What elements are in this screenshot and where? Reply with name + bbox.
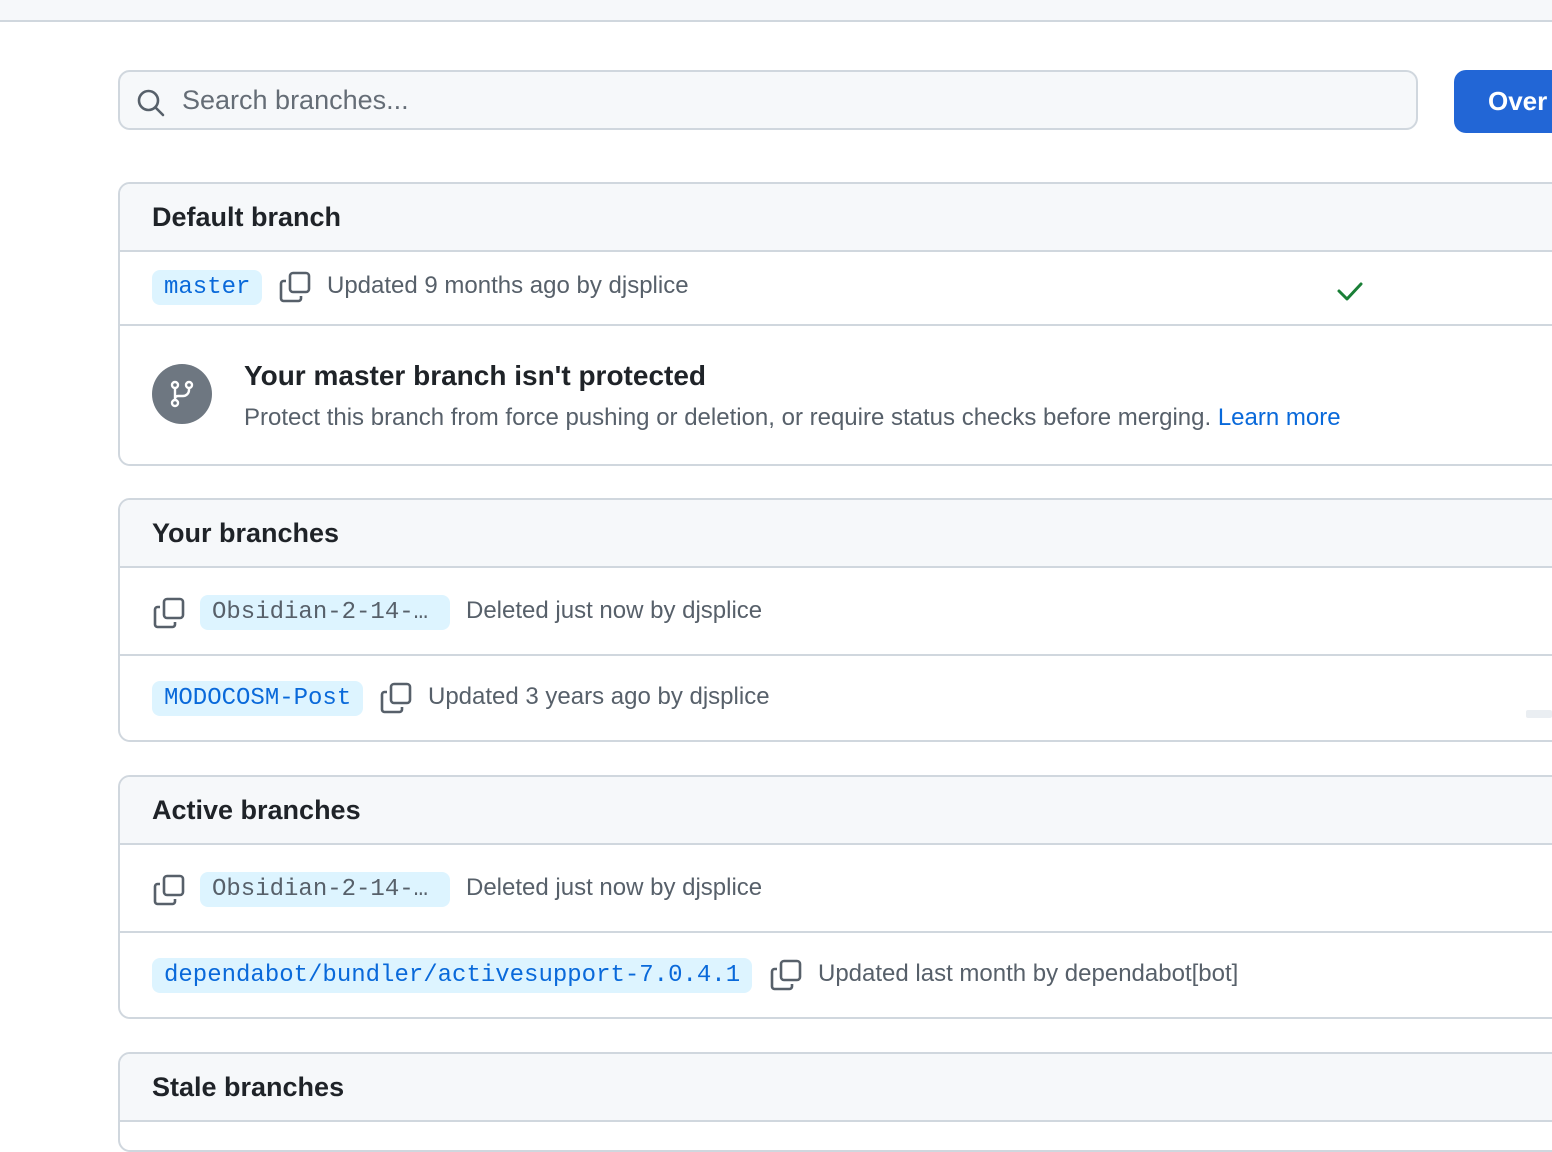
- search-icon: [137, 89, 165, 117]
- scroll-indicator: [1526, 710, 1552, 718]
- copy-icon[interactable]: [152, 873, 186, 907]
- branch-name-deleted: Obsidian-2-14-…: [200, 872, 450, 907]
- search-input[interactable]: [182, 80, 1382, 120]
- branch-meta: Updated 9 months ago by djsplice: [327, 272, 689, 299]
- branch-name-link[interactable]: master: [152, 270, 263, 305]
- branch-row[interactable]: master Updated 9 months ago by djsplice: [120, 252, 1552, 326]
- section-title: Your branches: [152, 518, 340, 548]
- branch-name-link[interactable]: dependabot/bundler/activesupport-7.0.4.1: [152, 958, 753, 993]
- branch-meta: Updated 3 years ago by djsplice: [428, 683, 770, 710]
- section-header: Default branch: [120, 184, 1552, 252]
- branch-search[interactable]: [118, 70, 1418, 130]
- branch-row[interactable]: MODOCOSM-Post Updated 3 years ago by djs…: [120, 656, 1552, 740]
- top-bar: [0, 0, 1552, 22]
- section-header: Active branches: [120, 777, 1552, 845]
- stale-branches-section: Stale branches: [118, 1052, 1552, 1152]
- protection-notice: Your master branch isn't protected Prote…: [120, 326, 1552, 464]
- branch-row[interactable]: dependabot/bundler/activesupport-7.0.4.1…: [120, 933, 1552, 1017]
- protection-description-text: Protect this branch from force pushing o…: [244, 404, 1212, 431]
- branch-meta: Updated last month by dependabot[bot]: [818, 960, 1239, 987]
- your-branches-section: Your branches Obsidian-2-14-… Deleted ju…: [118, 498, 1552, 742]
- branch-meta: Deleted just now by djsplice: [466, 597, 763, 624]
- section-header: Stale branches: [120, 1054, 1552, 1122]
- copy-icon[interactable]: [278, 270, 312, 304]
- check-icon[interactable]: [1335, 276, 1365, 306]
- section-title: Default branch: [152, 202, 342, 232]
- git-branch-icon: [152, 364, 212, 424]
- protection-description: Protect this branch from force pushing o…: [244, 404, 1341, 432]
- copy-icon[interactable]: [152, 596, 186, 630]
- default-branch-section: Default branch master Updated 9 months a…: [118, 182, 1552, 466]
- copy-icon[interactable]: [769, 958, 803, 992]
- section-title: Active branches: [152, 795, 361, 825]
- branch-name-deleted: Obsidian-2-14-…: [200, 595, 450, 630]
- section-title: Stale branches: [152, 1072, 345, 1102]
- learn-more-link[interactable]: Learn more: [1218, 404, 1341, 431]
- active-branches-section: Active branches Obsidian-2-14-… Deleted …: [118, 775, 1552, 1019]
- new-branch-button[interactable]: Over: [1454, 70, 1552, 133]
- section-header: Your branches: [120, 500, 1552, 568]
- branch-row[interactable]: Obsidian-2-14-… Deleted just now by djsp…: [120, 568, 1552, 656]
- protection-title: Your master branch isn't protected: [244, 360, 707, 391]
- copy-icon[interactable]: [379, 681, 413, 715]
- branch-row[interactable]: Obsidian-2-14-… Deleted just now by djsp…: [120, 845, 1552, 933]
- branch-name-link[interactable]: MODOCOSM-Post: [152, 681, 364, 716]
- branch-meta: Deleted just now by djsplice: [466, 874, 763, 901]
